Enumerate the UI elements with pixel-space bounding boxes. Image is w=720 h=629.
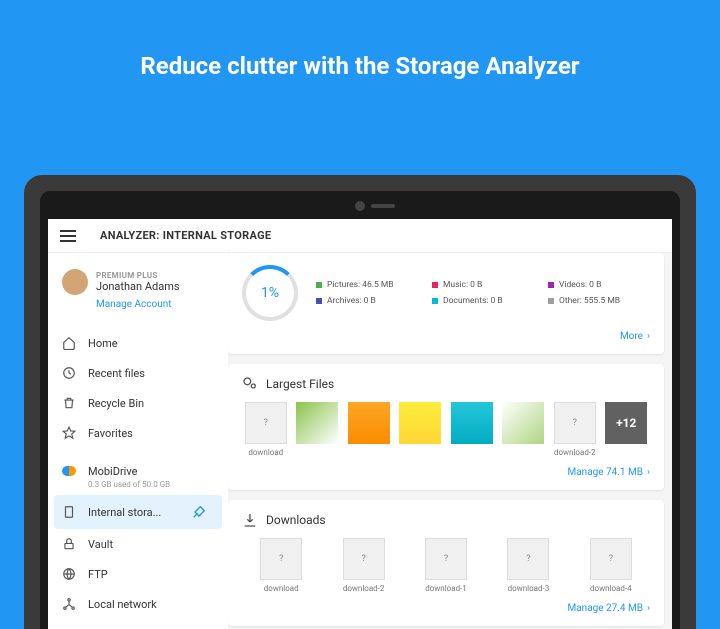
sidebar-item-recent[interactable]: Recent files [48,358,228,388]
largest-files-card: Largest Files ?download ?download-2+12 Ma… [228,364,664,490]
download-icon [242,512,258,528]
file-item[interactable] [397,402,445,457]
sidebar: PREMIUM PLUS Jonathan Adams Manage Accou… [48,253,228,629]
manage-account-link[interactable]: Manage Account [96,299,214,310]
sidebar-item-label: Internal stora... [88,506,178,519]
analyzer-brush-icon[interactable] [190,503,208,521]
sidebar-item-label: Home [88,337,214,350]
file-item[interactable] [500,402,548,457]
page-title: ANALYZER: INTERNAL STORAGE [100,229,271,242]
hero-title: Reduce clutter with the Storage Analyzer [0,0,720,80]
storage-icon [62,505,76,519]
sidebar-item-internal[interactable]: Internal stora... [54,495,222,529]
manage-downloads-link[interactable]: Manage 27.4 MB› [242,603,650,614]
star-icon [62,426,76,440]
sidebar-item-local[interactable]: Local network [48,589,228,619]
legend-item: Pictures: 46.5 MB [316,280,418,290]
sidebar-item-vault[interactable]: Vault [48,529,228,559]
usage-ring: 1% [242,265,298,321]
sidebar-item-recycle[interactable]: Recycle Bin [48,388,228,418]
mobidrive-usage: 0.3 GB used of 50.0 GB [88,480,228,495]
nav-list: Home Recent files Recycle Bin Favorites … [48,328,228,619]
sidebar-item-label: MobiDrive [88,465,214,478]
file-item[interactable]: ?download-4 [572,538,650,593]
file-item[interactable]: ?download [242,538,320,593]
camera-icon [355,201,365,211]
file-item[interactable] [294,402,342,457]
legend-item: Documents: 0 B [432,296,534,306]
home-icon [62,336,76,350]
file-item[interactable]: ?download-3 [489,538,567,593]
legend-item: Other: 555.5 MB [548,296,650,306]
legend-item: Music: 0 B [432,280,534,290]
avatar[interactable] [62,269,88,295]
file-item[interactable]: ?download [242,402,290,457]
app-screen: ANALYZER: INTERNAL STORAGE PREMIUM PLUS … [48,219,672,629]
sidebar-item-label: Favorites [88,427,214,440]
network-icon [62,597,76,611]
file-item[interactable]: ?download-2 [324,538,402,593]
user-name: Jonathan Adams [96,280,180,293]
trash-icon [62,396,76,410]
file-item[interactable]: ?download-1 [407,538,485,593]
clock-icon [62,366,76,380]
file-item[interactable] [448,402,496,457]
sidebar-item-label: Local network [88,598,214,611]
tablet-inner: ANALYZER: INTERNAL STORAGE PREMIUM PLUS … [40,191,680,629]
large-files-icon [242,376,258,392]
app-bar: ANALYZER: INTERNAL STORAGE [48,219,672,253]
lock-icon [62,537,76,551]
file-item[interactable] [345,402,393,457]
more-link[interactable]: More› [242,331,650,342]
user-block: PREMIUM PLUS Jonathan Adams Manage Accou… [48,263,228,320]
sidebar-item-favorites[interactable]: Favorites [48,418,228,448]
more-files-tile[interactable]: +12 [603,402,651,457]
tablet-frame: ANALYZER: INTERNAL STORAGE PREMIUM PLUS … [24,175,696,629]
file-row: ?download ?download-2+12 [242,402,650,457]
section-title: Downloads [242,512,650,528]
globe-icon [62,567,76,581]
downloads-card: Downloads ?download?download-2?download-… [228,500,664,626]
sidebar-item-label: Vault [88,538,214,551]
menu-icon[interactable] [60,230,76,242]
sidebar-item-ftp[interactable]: FTP [48,559,228,589]
cloud-icon [62,464,76,478]
manage-largest-link[interactable]: Manage 74.1 MB› [242,467,650,478]
file-row: ?download?download-2?download-1?download… [242,538,650,593]
summary-card: 1% Pictures: 46.5 MB Music: 0 B Videos: 0 … [228,253,664,354]
legend-item: Videos: 0 B [548,280,650,290]
main-content: 1% Pictures: 46.5 MB Music: 0 B Videos: 0 … [228,253,672,629]
sidebar-item-label: Recycle Bin [88,397,214,410]
legend: Pictures: 46.5 MB Music: 0 B Videos: 0 B Ar… [316,280,650,306]
file-item[interactable]: ?download-2 [551,402,599,457]
sidebar-item-label: Recent files [88,367,214,380]
section-title: Largest Files [242,376,650,392]
legend-item: Archives: 0 B [316,296,418,306]
plan-label: PREMIUM PLUS [96,271,180,281]
sidebar-item-home[interactable]: Home [48,328,228,358]
usage-percent: 1% [261,285,279,301]
sidebar-item-label: FTP [88,568,214,581]
